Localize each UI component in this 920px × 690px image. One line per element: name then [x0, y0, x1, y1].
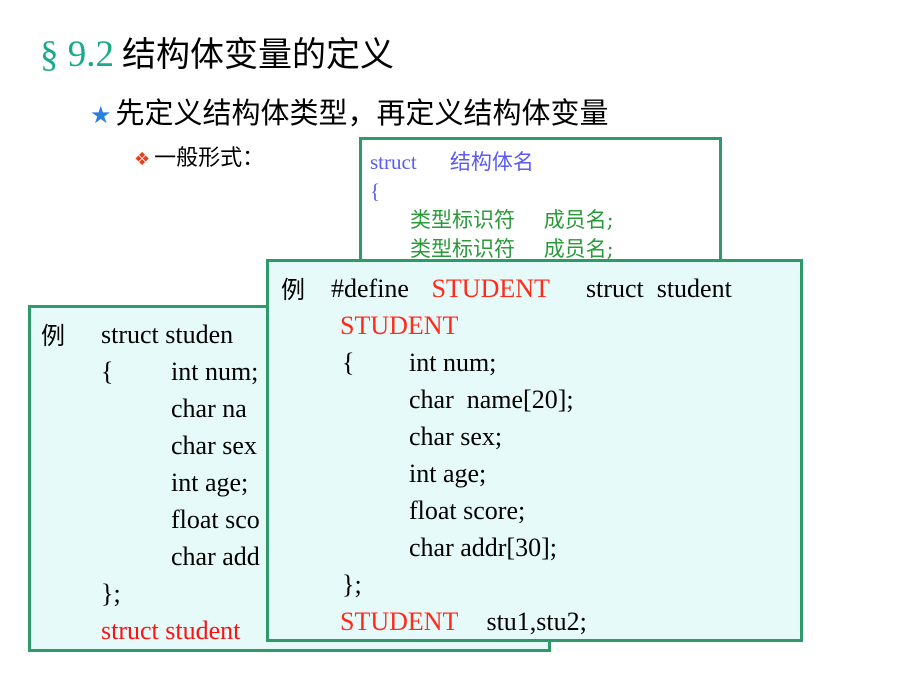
member-line: float score; [409, 496, 526, 525]
form-struct-line: struct 结构体名 [370, 148, 534, 176]
declaration-line: STUDENT stu1,stu2; [340, 603, 587, 639]
open-brace: { [342, 348, 355, 377]
struct-keyword: struct [370, 150, 417, 174]
member-line: int age; [409, 459, 487, 488]
member-line: char name[20]; [409, 385, 574, 414]
member-line: int num; [409, 348, 497, 377]
define-keyword: #define [331, 274, 409, 303]
code-line-declaration: struct student [101, 616, 241, 645]
example-box-define: 例 #define STUDENT struct student STUDENT… [266, 259, 803, 642]
title-text: 结构体变量的定义 [122, 35, 394, 75]
member-line: char addr[30]; [409, 533, 557, 562]
code-line: char na [171, 394, 247, 423]
define-macro-name: STUDENT [431, 274, 550, 303]
declaration-type: STUDENT [340, 607, 458, 636]
code-line: }; [101, 579, 121, 608]
define-line: #define STUDENT struct student [331, 270, 732, 307]
bullet-general-form: ❖ 一般形式： [134, 142, 264, 176]
code-line: char add [171, 542, 260, 571]
member-name: 成员名; [543, 208, 614, 232]
code-line: int age; [171, 468, 249, 497]
define-macro-value: struct student [585, 274, 732, 303]
bullet-define-type-first: ★ 先定义结构体类型，再定义结构体变量 [90, 90, 609, 136]
code-line: char sex [171, 431, 257, 460]
member-type: 类型标识符 [410, 208, 515, 232]
struct-name-placeholder: 结构体名 [449, 150, 534, 174]
code-line: struct studen [101, 320, 234, 349]
code-line: int num; [171, 357, 259, 386]
bullet-text: 先定义结构体类型，再定义结构体变量 [115, 96, 609, 130]
general-form-box: struct 结构体名 { 类型标识符 成员名; 类型标识符 成员名; [359, 137, 722, 267]
member-name: 成员名; [543, 237, 614, 261]
code-line: float sco [171, 505, 260, 534]
member-type: 类型标识符 [410, 237, 515, 261]
diamond-cluster-icon: ❖ [134, 149, 151, 170]
example-label: 例 [281, 276, 305, 304]
slide-title: § 9.2 结构体变量的定义 [40, 30, 394, 80]
type-name-line: STUDENT [340, 311, 459, 340]
star-icon: ★ [90, 101, 112, 129]
declaration-vars: stu1,stu2; [486, 607, 587, 636]
form-open-brace: { [370, 179, 381, 203]
close-brace: }; [342, 570, 362, 599]
code-line: { [101, 357, 114, 386]
section-number: § 9.2 [40, 34, 114, 75]
bullet-text: 一般形式： [154, 146, 265, 171]
form-member-line: 类型标识符 成员名; [410, 206, 614, 234]
example-label: 例 [41, 322, 65, 350]
member-line: char sex; [409, 422, 503, 451]
